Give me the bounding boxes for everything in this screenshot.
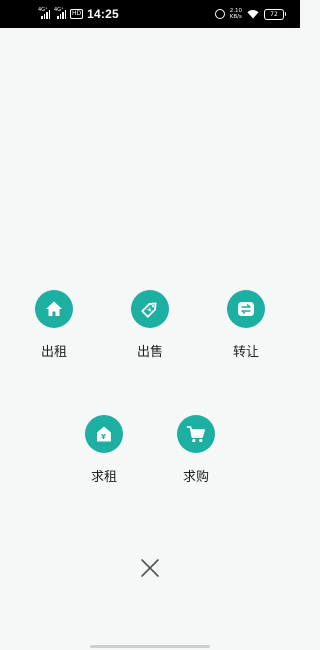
close-icon (141, 559, 159, 577)
status-bar-left: 4G⁺ 4G⁺ HD 14:25 (38, 0, 119, 28)
price-tag-icon: ¥ (141, 302, 157, 318)
signal-2-icon: 4G⁺ (54, 7, 66, 20)
seek-rent-label: 求租 (90, 470, 117, 485)
transfer-button[interactable] (227, 290, 265, 328)
sell-label: 出售 (136, 345, 163, 360)
net-speed: 2.10 KB/s (230, 8, 242, 20)
svg-text:¥: ¥ (101, 433, 106, 441)
battery-icon: 72 (264, 8, 286, 20)
action-seek-buy[interactable]: 求购 (166, 415, 226, 485)
action-rent-out[interactable]: 出租 (24, 290, 84, 360)
battery-level: 72 (270, 10, 278, 18)
rent-out-button[interactable] (35, 290, 73, 328)
house-yen-icon: ¥ (97, 426, 111, 442)
signal-1-icon: 4G⁺ (38, 7, 50, 20)
swap-arrows-icon (238, 302, 254, 316)
transfer-label: 转让 (232, 345, 259, 360)
action-transfer[interactable]: 转让 (216, 290, 276, 360)
house-icon (46, 301, 62, 316)
publish-menu-screen: 4G⁺ 4G⁺ HD 14:25 2.10 KB/s 72 出租 ¥ 出售 转让… (0, 0, 300, 650)
seek-buy-button[interactable] (177, 415, 215, 453)
action-seek-rent[interactable]: ¥ 求租 (74, 415, 134, 485)
status-time: 14:25 (87, 7, 119, 21)
sell-button[interactable]: ¥ (131, 290, 169, 328)
wifi-icon (247, 9, 259, 19)
seek-buy-label: 求购 (182, 470, 209, 485)
home-indicator[interactable] (90, 645, 210, 648)
alarm-icon (214, 9, 225, 19)
status-bar-right: 2.10 KB/s 72 (214, 0, 286, 28)
hd-badge: HD (70, 9, 84, 19)
status-bar: 4G⁺ 4G⁺ HD 14:25 2.10 KB/s 72 (0, 0, 300, 28)
close-button[interactable] (138, 556, 162, 580)
rent-out-label: 出租 (40, 345, 67, 360)
net-speed-unit: KB/s (229, 14, 242, 20)
shopping-cart-icon (186, 426, 205, 443)
seek-rent-button[interactable]: ¥ (85, 415, 123, 453)
action-sell[interactable]: ¥ 出售 (120, 290, 180, 360)
